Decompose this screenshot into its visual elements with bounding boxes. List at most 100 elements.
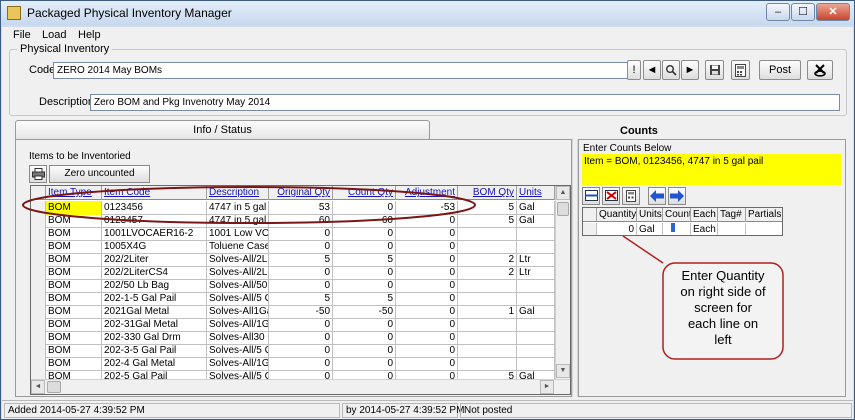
cell-type[interactable]: BOM [46,331,102,345]
menu-help[interactable]: Help [78,29,101,41]
cell-count[interactable]: 5 [333,253,396,267]
cell-orig[interactable]: 0 [269,240,333,254]
post-button[interactable]: Post [759,60,801,80]
table-row[interactable]: BOM 202-330 Gal Drm Solves-All30 G000 [31,331,555,345]
row-selector[interactable] [31,240,46,254]
scroll-left-icon[interactable]: ◄ [31,380,45,394]
cell-bom[interactable] [458,227,517,241]
cell-count[interactable]: 0 [333,240,396,254]
cell-desc[interactable]: 1001 Low VO [207,227,269,241]
cell-units[interactable]: Gal [517,305,555,319]
cell-units[interactable] [517,318,555,332]
table-row[interactable]: BOM 1001LVOCAER16-2 1001 Low VO 0 0 0 [31,227,555,241]
cell-code[interactable]: 202/50 Lb Bag [102,279,207,293]
cell-bom[interactable]: 1 [458,305,517,319]
table-row[interactable]: BOM 202-3-5 Gal Pail Solves-All/5 G000 [31,344,555,358]
cell-code[interactable]: 2021Gal Metal [102,305,207,319]
cell-adj[interactable]: 0 [396,357,458,371]
cell-orig[interactable]: 0 [269,344,333,358]
cell-count[interactable]: 5 [333,292,396,306]
cell-bom[interactable] [458,240,517,254]
cell-type[interactable]: BOM [46,344,102,358]
cell-orig[interactable]: 0 [269,227,333,241]
cell-type[interactable]: BOM [46,305,102,319]
cell-desc[interactable]: Solves-All/2Li [207,266,269,280]
code-field[interactable]: ZERO 2014 May BOMs [53,62,638,79]
table-row[interactable]: BOM 202/2LiterCS4 Solves-All/2Li 0 0 0 2 Ltr [31,266,555,280]
cell-type[interactable]: BOM [46,240,102,254]
cell-adj[interactable]: 0 [396,292,458,306]
cell-count[interactable]: 0 [333,318,396,332]
cell-type[interactable]: BOM [46,292,102,306]
table-row[interactable]: BOM 202-4 Gal Metal Solves-All/1Ga 0 0 0 [31,357,555,371]
previous-item-button[interactable] [648,187,666,205]
cell-desc[interactable]: Solves-All/1Ga [207,357,269,371]
table-row[interactable]: BOM 2021Gal Metal Solves-All1Ga -50 -50 0 1 Gal [31,305,555,319]
tab-counts[interactable]: Counts [620,125,658,137]
save-button[interactable] [705,60,724,80]
cell-desc[interactable]: Toluene Case [207,240,269,254]
calculator-button[interactable] [731,60,750,80]
cell-adj[interactable]: 0 [396,318,458,332]
cell-code[interactable]: 202-330 Gal Drm [102,331,207,345]
items-grid-vscroll-thumb[interactable] [557,202,569,216]
cell-count[interactable]: 0 [333,266,396,280]
cell-desc[interactable]: Solves-All30 G [207,331,269,345]
cell-orig[interactable]: 0 [269,318,333,332]
cell-count[interactable]: 0 [333,344,396,358]
cell-adj[interactable]: 0 [396,279,458,293]
cell-orig[interactable]: 0 [269,266,333,280]
tab-info-status[interactable]: Info / Status [15,120,430,139]
cell-code[interactable]: 202/2LiterCS4 [102,266,207,280]
row-selector[interactable] [31,279,46,293]
cell-adj[interactable]: 0 [396,331,458,345]
row-selector[interactable] [31,305,46,319]
cell-bom[interactable] [458,331,517,345]
cell-desc[interactable]: Solves-All/1Ga [207,318,269,332]
row-selector[interactable] [31,266,46,280]
cell-count[interactable]: 0 [333,279,396,293]
cell-units[interactable] [517,240,555,254]
cell-units[interactable]: Gal [517,201,555,215]
cell-orig[interactable]: -50 [269,305,333,319]
delete-row-button[interactable] [602,187,620,205]
cell-bom[interactable]: 2 [458,266,517,280]
cell-units[interactable] [517,227,555,241]
cell-count[interactable]: 0 [333,357,396,371]
table-row[interactable]: BOM 202-1-5 Gal Pail Solves-All/5 G550 [31,292,555,306]
cell-orig[interactable]: 0 [269,357,333,371]
row-selector[interactable] [31,331,46,345]
search-button[interactable] [662,60,680,80]
cell-code[interactable]: 202-4 Gal Metal [102,357,207,371]
insert-row-button[interactable] [582,187,600,205]
items-grid-hscroll-thumb[interactable] [47,381,61,393]
cell-count[interactable]: 0 [333,331,396,345]
cell-bom[interactable] [458,318,517,332]
previous-record-button[interactable]: ◄ [643,60,661,80]
cancel-button[interactable] [807,60,833,80]
next-item-button[interactable] [668,187,686,205]
row-selector[interactable] [31,253,46,267]
maximize-button[interactable]: ☐ [791,3,815,21]
row-selector[interactable] [31,292,46,306]
row-selector[interactable] [31,357,46,371]
cell-code[interactable]: 1001LVOCAER16-2 [102,227,207,241]
cell-code[interactable]: 202/2Liter [102,253,207,267]
minimize-button[interactable]: – [766,3,790,21]
scroll-right-icon[interactable]: ► [540,380,554,394]
cell-orig[interactable]: 5 [269,292,333,306]
cell-type[interactable]: BOM [46,253,102,267]
exclamation-button[interactable]: ! [627,60,641,80]
cell-bom[interactable] [458,292,517,306]
table-row[interactable]: BOM 202/2Liter Solves-All/2Li 5 5 0 2 Ltr [31,253,555,267]
table-row[interactable]: BOM 1005X4G Toluene Case 0 0 0 [31,240,555,254]
cell-code[interactable]: 202-1-5 Gal Pail [102,292,207,306]
cell-type[interactable]: BOM [46,266,102,280]
cell-units[interactable]: Ltr [517,266,555,280]
next-record-button[interactable]: ► [681,60,699,80]
scroll-up-icon[interactable]: ▲ [556,186,570,200]
cell-units[interactable] [517,279,555,293]
cell-units[interactable] [517,344,555,358]
cell-desc[interactable]: Solves-All/50 [207,279,269,293]
cell-code[interactable]: 202-31Gal Metal [102,318,207,332]
